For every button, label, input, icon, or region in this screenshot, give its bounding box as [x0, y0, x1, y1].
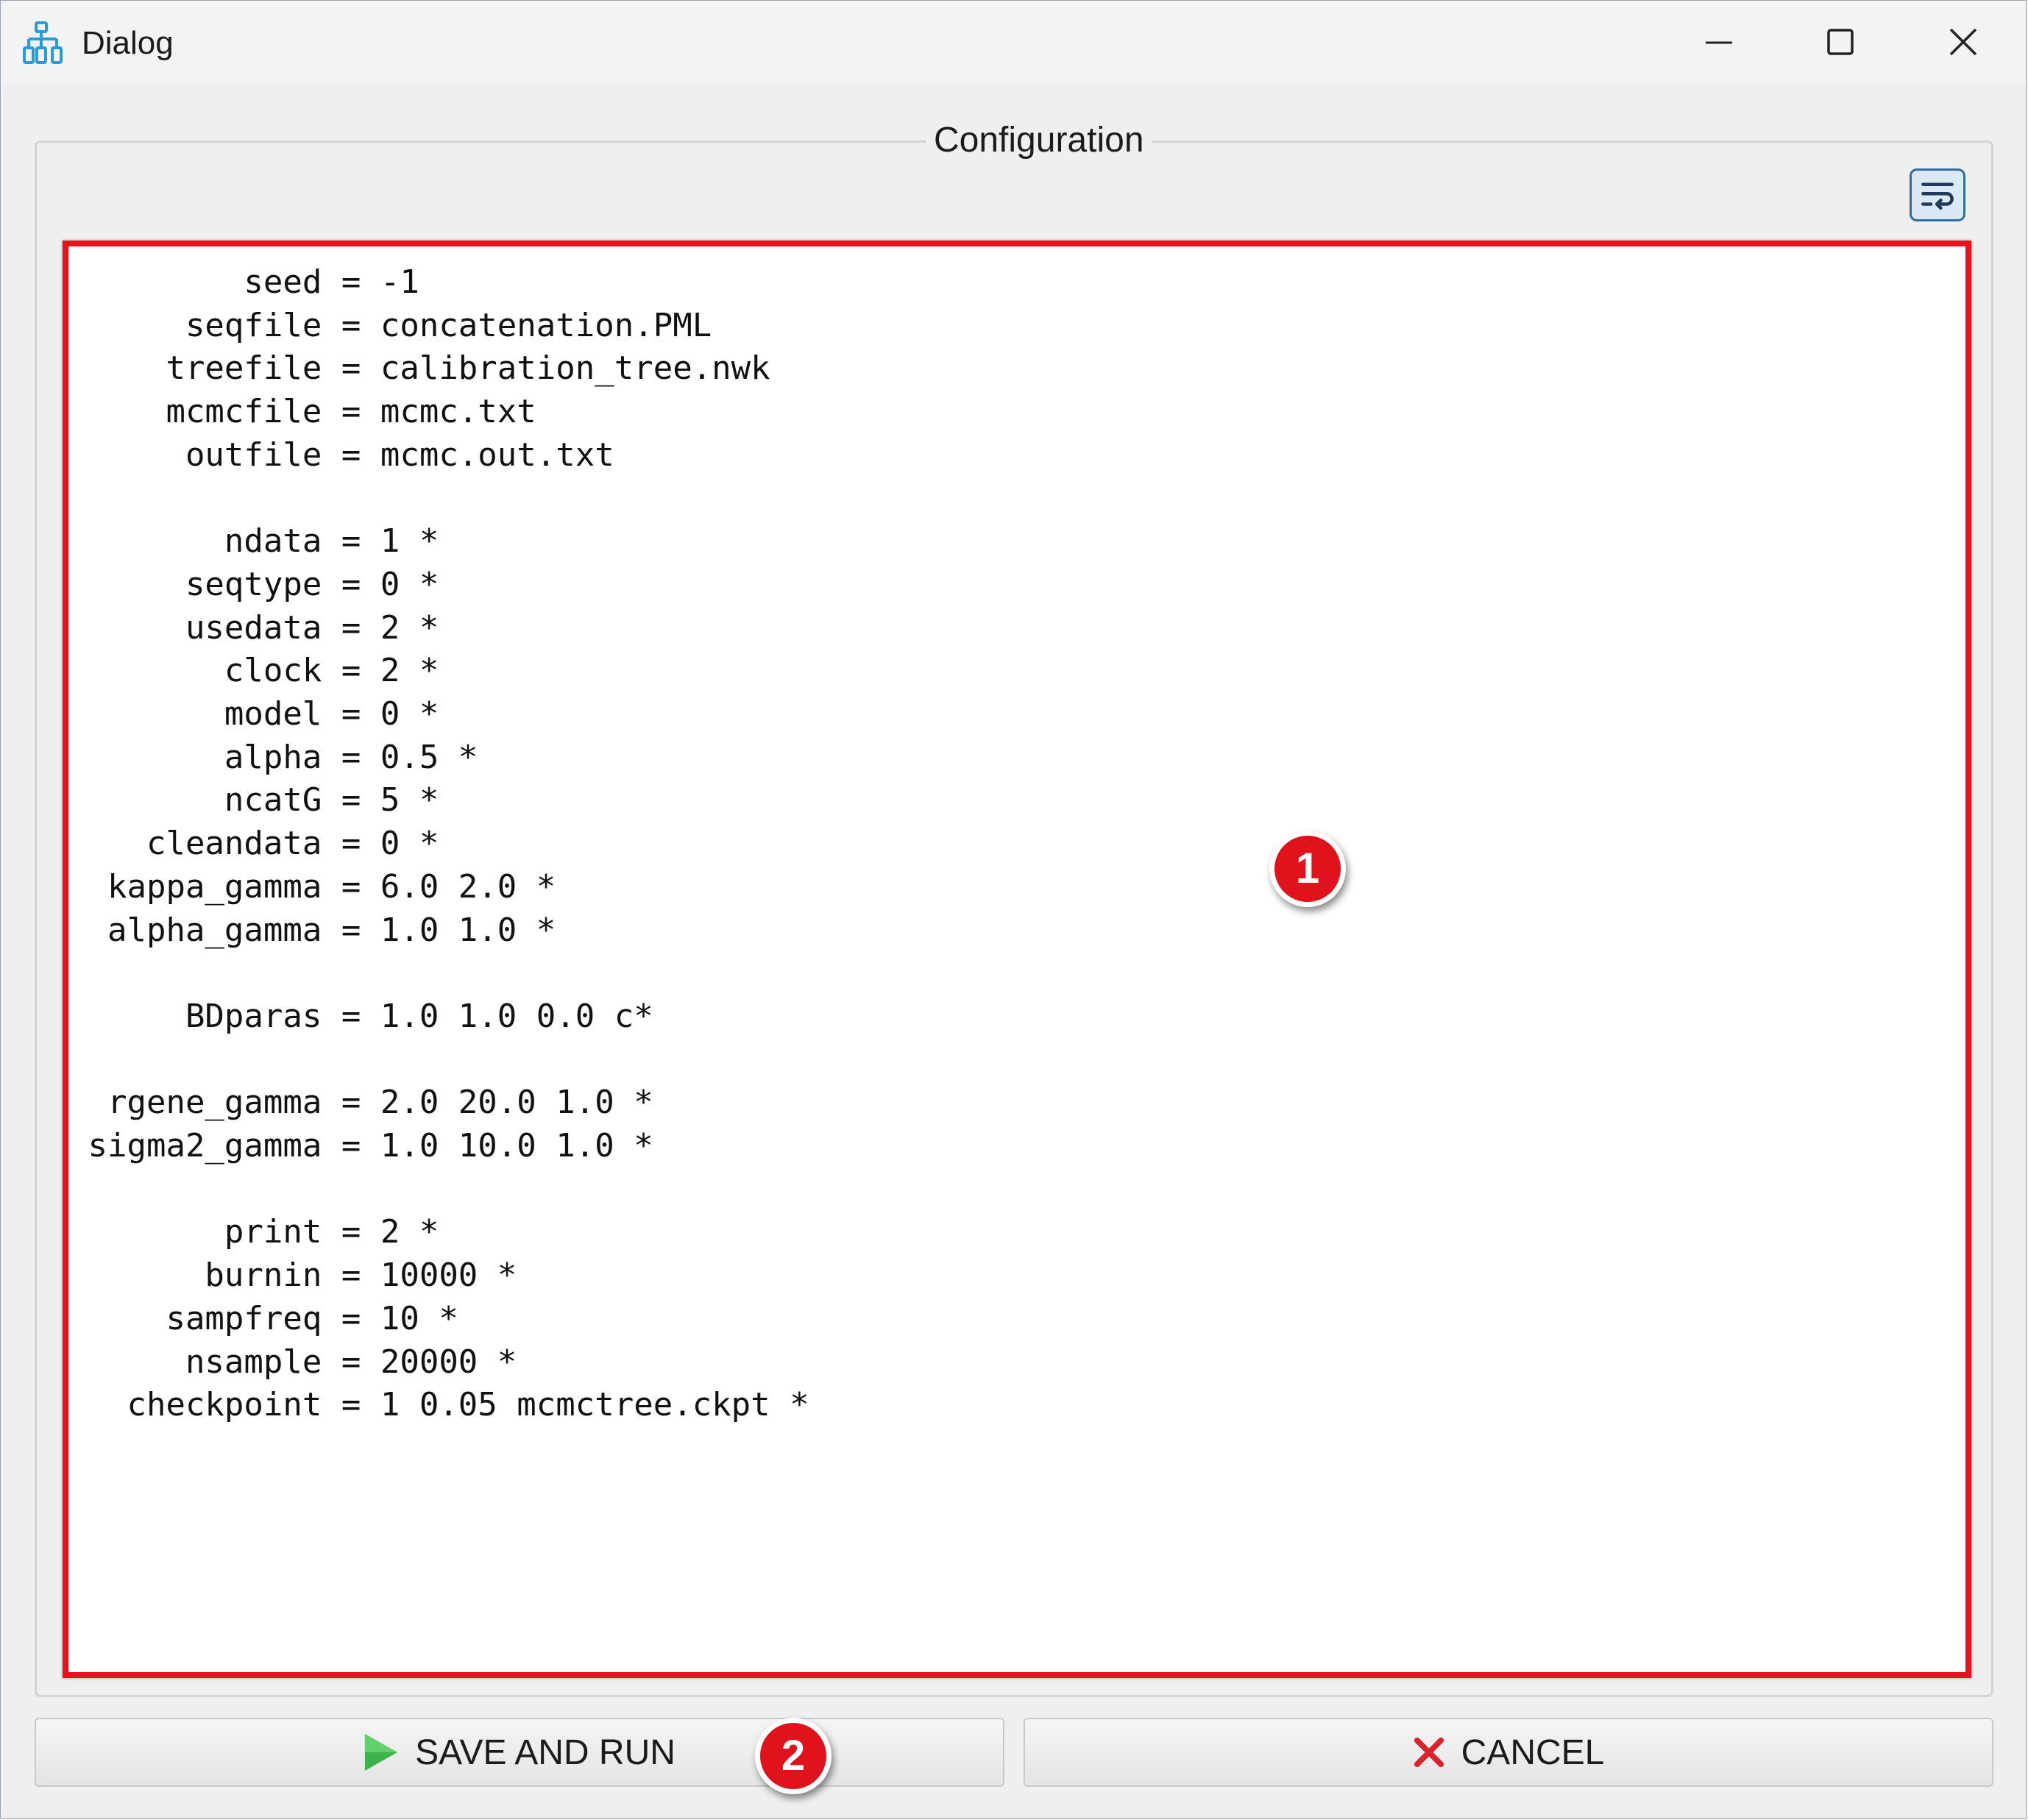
- dialog-window: Dialog Configuration seed = -1 seqfile =…: [0, 0, 2027, 1819]
- annotation-badge-2: 2: [755, 1718, 832, 1794]
- close-icon[interactable]: [1941, 20, 1985, 64]
- title-bar: Dialog: [1, 1, 2026, 85]
- configuration-title: Configuration: [926, 118, 1152, 163]
- cancel-label: CANCEL: [1461, 1732, 1605, 1772]
- window-title: Dialog: [82, 25, 174, 61]
- close-x-icon: [1413, 1736, 1445, 1769]
- play-icon: [364, 1732, 399, 1772]
- maximize-icon[interactable]: [1818, 20, 1862, 64]
- config-text[interactable]: seed = -1 seqfile = concatenation.PML tr…: [68, 261, 809, 1427]
- word-wrap-icon[interactable]: [1910, 168, 1965, 221]
- annotation-badge-1: 1: [1269, 831, 1346, 907]
- minimize-icon[interactable]: [1697, 20, 1741, 64]
- save-and-run-button[interactable]: SAVE AND RUN: [35, 1718, 1004, 1787]
- cancel-button[interactable]: CANCEL: [1024, 1718, 1993, 1787]
- config-text-editor[interactable]: seed = -1 seqfile = concatenation.PML tr…: [63, 241, 1971, 1678]
- save-and-run-label: SAVE AND RUN: [415, 1732, 676, 1772]
- app-tree-icon: [23, 20, 68, 65]
